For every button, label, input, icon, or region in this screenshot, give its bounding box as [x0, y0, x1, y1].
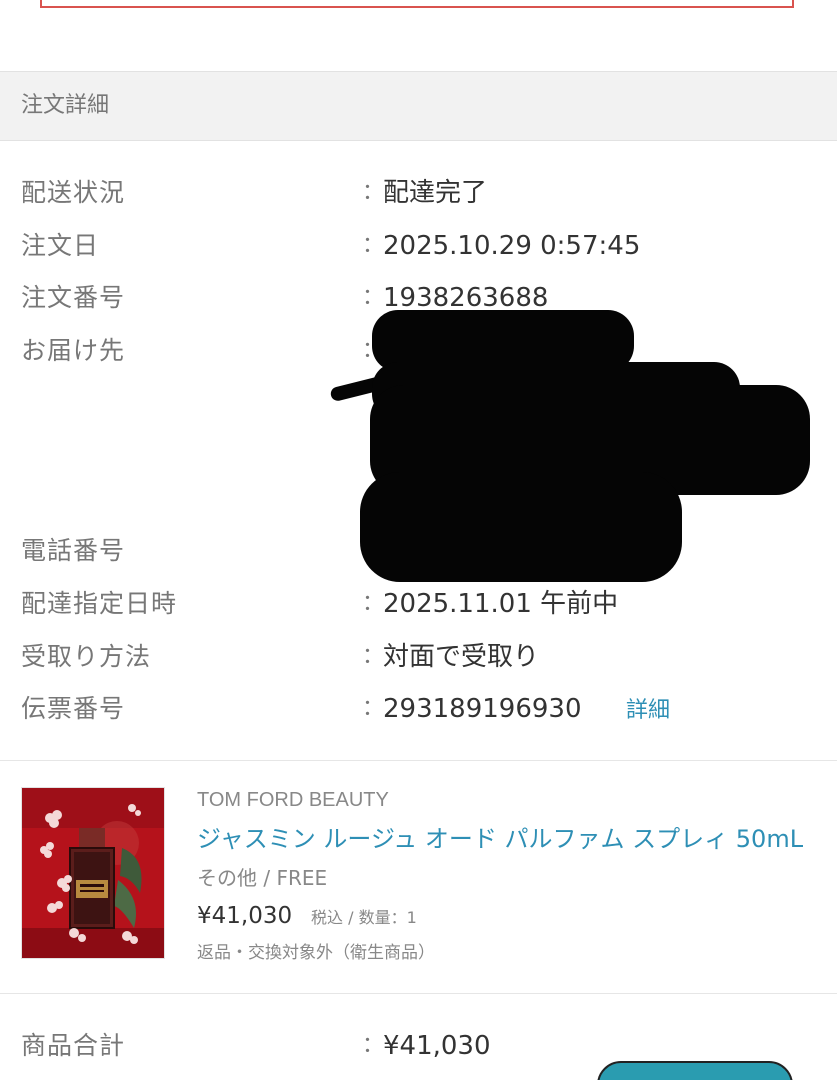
- section-title: 注文詳細: [21, 93, 110, 118]
- phone-label: 電話番号: [21, 536, 126, 565]
- detail-row-receive-method: 受取り方法 ： 対面で受取り: [0, 639, 837, 679]
- detail-row-order-date: 注文日 ： 2025.10.29 0:57:45: [0, 228, 837, 268]
- delivery-time-colon: ：: [362, 591, 385, 616]
- subtotal-label: 商品合計: [21, 1031, 126, 1060]
- product-variant: その他 / FREE: [197, 866, 328, 890]
- address-label: お届け先: [21, 336, 126, 365]
- subtotal-value: ¥41,030: [383, 1031, 491, 1061]
- subtotal-colon: ：: [362, 1033, 385, 1058]
- perfume-image-icon: [22, 788, 164, 958]
- tracking-label: 伝票番号: [21, 694, 126, 723]
- status-value: 配達完了: [383, 178, 488, 208]
- tracking-detail-link[interactable]: 詳細: [626, 693, 670, 729]
- product-name-link[interactable]: ジャスミン ルージュ オード パルファム スプレィ 50mL: [197, 822, 803, 856]
- order-detail-page: 注文詳細 配送状況 ： 配達完了 注文日 ： 2025.10.29 0:57:4…: [0, 0, 837, 1080]
- receive-method-colon: ：: [362, 644, 385, 669]
- delivery-time-label: 配達指定日時: [21, 589, 178, 618]
- detail-row-tracking: 伝票番号 ： 293189196930 詳細: [0, 691, 837, 731]
- product-price: ¥41,030: [197, 903, 293, 929]
- order-detail-header: 注文詳細: [0, 71, 837, 141]
- status-label: 配送状況: [21, 178, 126, 207]
- divider: [0, 760, 837, 761]
- order-date-colon: ：: [362, 233, 385, 258]
- receive-method-label: 受取り方法: [21, 642, 152, 671]
- product-return-note: 返品・交換対象外（衛生商品）: [197, 943, 435, 963]
- floating-action-button[interactable]: [597, 1061, 793, 1080]
- product-brand: TOM FORD BEAUTY: [197, 789, 389, 811]
- detail-row-status: 配送状況 ： 配達完了: [0, 175, 837, 215]
- order-number-label: 注文番号: [21, 283, 126, 312]
- tracking-colon: ：: [362, 696, 385, 721]
- order-date-label: 注文日: [21, 231, 100, 260]
- order-number-colon: ：: [362, 285, 385, 310]
- status-colon: ：: [362, 180, 385, 205]
- product-thumbnail[interactable]: [21, 787, 165, 959]
- delivery-time-value: 2025.11.01 午前中: [383, 589, 619, 619]
- detail-row-delivery-time: 配達指定日時 ： 2025.11.01 午前中: [0, 586, 837, 626]
- divider: [0, 993, 837, 994]
- product-qty-info: 税込 / 数量：1: [311, 908, 417, 927]
- top-bordered-box: [40, 0, 794, 8]
- receive-method-value: 対面で受取り: [383, 642, 540, 672]
- order-date-value: 2025.10.29 0:57:45: [383, 231, 641, 261]
- tracking-value: 293189196930: [383, 694, 582, 724]
